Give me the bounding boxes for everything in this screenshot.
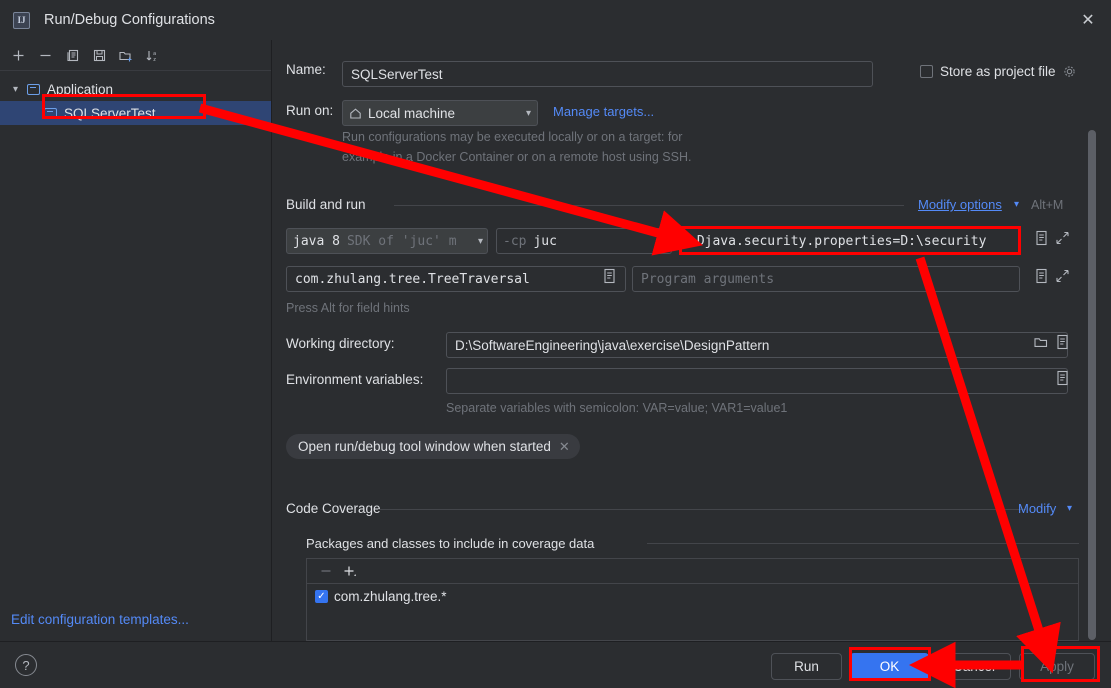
run-on-row: Run on: (286, 103, 333, 118)
run-on-dropdown[interactable]: Local machine ▾ (342, 100, 538, 126)
name-row: Name: (286, 62, 326, 77)
working-directory-input[interactable]: D:\SoftwareEngineering\java\exercise\Des… (446, 332, 1068, 358)
open-tool-window-tag[interactable]: Open run/debug tool window when started … (286, 434, 580, 459)
code-coverage-divider (378, 509, 1026, 510)
vm-options-input[interactable]: -Djava.security.properties=D:\security (680, 228, 1020, 254)
edit-configuration-templates-link[interactable]: Edit configuration templates... (11, 612, 189, 627)
run-on-value: Local machine (368, 105, 456, 121)
environment-variables-label: Environment variables: (286, 372, 424, 387)
program-arguments-placeholder: Program arguments (641, 271, 775, 287)
store-as-project-file-label: Store as project file (940, 64, 1056, 79)
close-icon[interactable]: ✕ (1065, 0, 1111, 40)
apply-button: Apply (1019, 653, 1095, 680)
chevron-down-icon[interactable]: ▾ (654, 236, 665, 247)
run-on-hint-line2: example in a Docker Container or on a re… (342, 150, 692, 164)
coverage-subsection-title: Packages and classes to include in cover… (306, 536, 595, 551)
classpath-prefix: -cp (503, 233, 527, 249)
run-on-label: Run on: (286, 103, 334, 118)
window-title: Run/Debug Configurations (44, 12, 215, 28)
jdk-value: java 8 (293, 233, 340, 249)
coverage-row[interactable]: ✓ com.zhulang.tree.* (307, 584, 1078, 608)
new-folder-button[interactable] (113, 42, 139, 68)
cancel-button[interactable]: Cancel (937, 653, 1011, 680)
coverage-subsection-divider (647, 543, 1079, 544)
folder-icon[interactable] (1033, 335, 1049, 350)
name-input[interactable]: SQLServerTest (342, 61, 873, 87)
run-on-hint-line1: Run configurations may be executed local… (342, 130, 683, 144)
open-tool-window-label: Open run/debug tool window when started (298, 439, 551, 454)
coverage-table-toolbar (307, 559, 1078, 584)
run-button[interactable]: Run (771, 653, 842, 680)
chevron-down-icon[interactable]: ▾ (472, 236, 483, 247)
list-icon[interactable] (1055, 334, 1070, 350)
field-hints-text: Press Alt for field hints (286, 301, 410, 315)
home-icon (349, 107, 362, 120)
plus-icon[interactable] (343, 564, 359, 578)
intellij-idea-icon: IJ (13, 11, 30, 29)
minus-icon[interactable] (319, 564, 333, 578)
working-directory-label: Working directory: (286, 336, 395, 351)
remove-configuration-button[interactable] (32, 42, 58, 68)
question-mark-icon[interactable]: ? (15, 654, 37, 676)
chevron-down-icon[interactable]: ▾ (520, 108, 531, 119)
content-scrollbar[interactable] (1088, 130, 1096, 640)
store-as-project-file-checkbox[interactable] (920, 65, 933, 78)
manage-targets-link[interactable]: Manage targets... (553, 104, 654, 119)
chevron-down-icon[interactable]: ▾ (1067, 503, 1072, 514)
gear-icon[interactable] (1063, 65, 1077, 79)
build-and-run-title: Build and run (286, 197, 366, 212)
environment-variables-hint: Separate variables with semicolon: VAR=v… (446, 401, 788, 415)
application-icon (44, 107, 57, 119)
title-bar: IJ Run/Debug Configurations ✕ (0, 0, 1111, 40)
store-as-project-file-row[interactable]: Store as project file (920, 64, 1077, 79)
ok-button[interactable]: OK (850, 653, 929, 680)
add-configuration-button[interactable] (5, 42, 31, 68)
svg-text:z: z (153, 57, 156, 63)
coverage-packages-table: ✓ com.zhulang.tree.* (306, 558, 1079, 641)
list-icon[interactable] (1034, 268, 1049, 284)
configurations-sidebar: a z ▾ Application SQLServerTest Edit con… (0, 40, 272, 641)
application-icon (27, 83, 40, 95)
environment-variables-input[interactable] (446, 368, 1068, 394)
tree-item-label: SQLServerTest (64, 105, 156, 121)
coverage-row-checkbox[interactable]: ✓ (315, 589, 328, 603)
jdk-sublabel: SDK of 'juc' m (346, 233, 457, 249)
dialog-footer: ? Run OK Cancel Apply (0, 641, 1111, 688)
sort-alphabetically-icon[interactable]: a z (140, 42, 166, 68)
configurations-tree: ▾ Application SQLServerTest (0, 71, 271, 125)
modify-options-link[interactable]: Modify options (918, 197, 1002, 212)
sidebar-item-sqlservertest[interactable]: SQLServerTest (0, 101, 271, 125)
name-label: Name: (286, 62, 326, 77)
main-class-input[interactable]: com.zhulang.tree.TreeTraversal (286, 266, 626, 292)
configuration-editor: Name: SQLServerTest Store as project fil… (272, 40, 1111, 641)
close-icon[interactable]: ✕ (559, 439, 570, 455)
list-icon[interactable] (602, 268, 617, 284)
list-icon[interactable] (1055, 370, 1070, 386)
expand-icon[interactable] (1055, 268, 1070, 284)
save-configuration-button[interactable] (86, 42, 112, 68)
code-coverage-modify-link[interactable]: Modify (1018, 501, 1056, 516)
modify-options-shortcut: Alt+M (1031, 198, 1064, 212)
chevron-down-icon[interactable]: ▾ (13, 84, 27, 95)
tree-group-label: Application (47, 81, 114, 97)
chevron-down-icon[interactable]: ▾ (1014, 199, 1019, 210)
build-and-run-divider (394, 205, 904, 206)
coverage-row-label: com.zhulang.tree.* (334, 588, 447, 604)
sidebar-toolbar: a z (0, 40, 271, 71)
code-coverage-title: Code Coverage (286, 501, 381, 516)
list-icon[interactable] (1034, 230, 1049, 246)
program-arguments-input[interactable]: Program arguments (632, 266, 1020, 292)
classpath-dropdown[interactable]: -cp juc ▾ (496, 228, 672, 254)
tree-group-application[interactable]: ▾ Application (0, 77, 271, 101)
classpath-value: juc (533, 233, 557, 249)
jdk-dropdown[interactable]: java 8 SDK of 'juc' m ▾ (286, 228, 488, 254)
expand-icon[interactable] (1055, 230, 1070, 246)
copy-configuration-button[interactable] (59, 42, 85, 68)
